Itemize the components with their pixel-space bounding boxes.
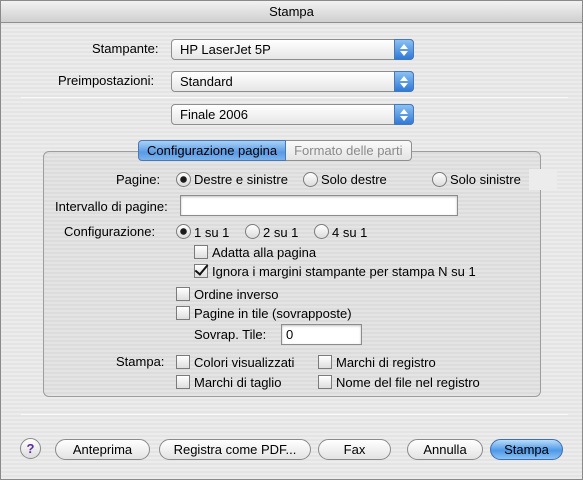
crop-marks-checkbox[interactable]: [176, 375, 190, 389]
radio-right-pages-label: Solo destre: [321, 172, 387, 187]
ignore-margins-checkbox[interactable]: [194, 264, 208, 278]
radio-1-up-label: 1 su 1: [194, 225, 230, 240]
radio-both-pages-label: Destre e sinistre: [194, 172, 288, 187]
radio-2-up[interactable]: [245, 224, 260, 239]
printer-popup[interactable]: HP LaserJet 5P: [171, 39, 414, 60]
reverse-order-checkbox[interactable]: [176, 287, 190, 301]
displayed-colors-checkbox[interactable]: [176, 355, 190, 369]
print-dialog: Stampa Stampante: HP LaserJet 5P Preimpo…: [0, 0, 583, 480]
presets-value: Standard: [180, 74, 233, 89]
help-button[interactable]: ?: [20, 438, 41, 459]
displayed-colors-label: Colori visualizzati: [194, 355, 295, 370]
file-name-checkbox[interactable]: [318, 375, 332, 389]
blank-area: [529, 169, 557, 190]
tile-overlap-label: Sovrap. Tile:: [194, 327, 267, 342]
radio-4-up-label: 4 su 1: [332, 225, 368, 240]
file-name-label: Nome del file nel registro: [336, 375, 480, 390]
print-label: Stampa:: [116, 354, 165, 369]
layout-label: Configurazione:: [64, 224, 156, 239]
radio-2-up-label: 2 su 1: [263, 225, 299, 240]
presets-label: Preimpostazioni:: [58, 73, 155, 88]
page-range-label: Intervallo di pagine:: [55, 199, 168, 214]
pane-value: Finale 2006: [180, 107, 248, 122]
pages-label: Pagine:: [116, 172, 161, 187]
page-range-input[interactable]: [180, 195, 458, 216]
tile-overlap-input[interactable]: 0: [281, 324, 362, 345]
tile-pages-label: Pagine in tile (sovrapposte): [194, 306, 352, 321]
save-as-pdf-button[interactable]: Registra come PDF...: [159, 439, 311, 460]
radio-right-pages[interactable]: [303, 172, 318, 187]
popup-arrows-icon: [394, 71, 414, 92]
cancel-button[interactable]: Annulla: [407, 439, 483, 460]
crop-marks-label: Marchi di taglio: [194, 375, 282, 390]
popup-arrows-icon: [394, 104, 414, 125]
preview-button[interactable]: Anteprima: [55, 439, 150, 460]
presets-popup[interactable]: Standard: [171, 71, 414, 92]
radio-4-up[interactable]: [314, 224, 329, 239]
fit-to-page-checkbox[interactable]: [194, 245, 208, 259]
radio-left-pages[interactable]: [432, 172, 447, 187]
tab-bar: Configurazione pagina Formato delle part…: [138, 140, 412, 161]
printer-value: HP LaserJet 5P: [180, 42, 271, 57]
tab-parts-format[interactable]: Formato delle parti: [286, 140, 412, 161]
separator: [21, 414, 568, 415]
pane-popup[interactable]: Finale 2006: [171, 104, 414, 125]
fax-button[interactable]: Fax: [318, 439, 391, 460]
popup-arrows-icon: [394, 39, 414, 60]
window-title: Stampa: [1, 1, 582, 23]
separator: [21, 97, 568, 98]
registration-marks-label: Marchi di registro: [336, 355, 436, 370]
print-button[interactable]: Stampa: [490, 439, 563, 460]
registration-marks-checkbox[interactable]: [318, 355, 332, 369]
tab-page-setup[interactable]: Configurazione pagina: [138, 140, 287, 161]
radio-both-pages[interactable]: [176, 172, 191, 187]
reverse-order-label: Ordine inverso: [194, 287, 279, 302]
printer-label: Stampante:: [92, 41, 159, 56]
fit-to-page-label: Adatta alla pagina: [212, 245, 317, 260]
radio-left-pages-label: Solo sinistre: [450, 172, 521, 187]
radio-1-up[interactable]: [176, 224, 191, 239]
tile-pages-checkbox[interactable]: [176, 306, 190, 320]
ignore-margins-label: Ignora i margini stampante per stampa N …: [212, 264, 476, 279]
